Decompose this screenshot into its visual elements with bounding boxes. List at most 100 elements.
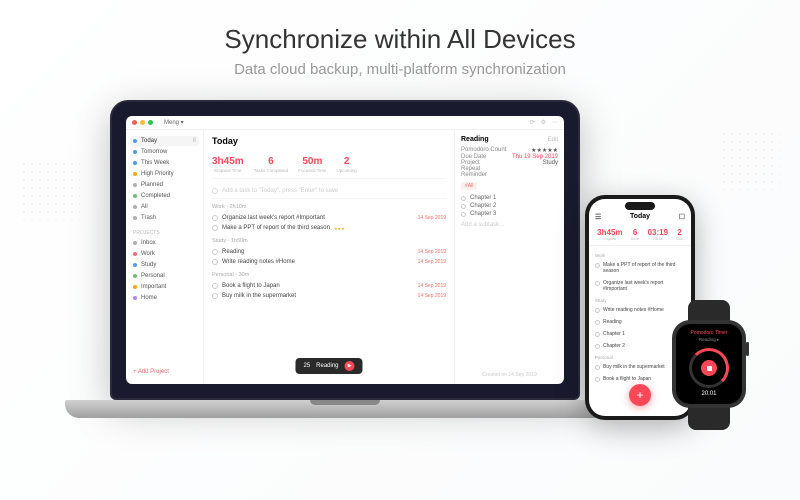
checkbox-icon[interactable] <box>595 281 600 286</box>
timer-label: Reading <box>316 363 338 369</box>
detail-panel: Reading Edit Pomodoro Count★★★★★Due Date… <box>454 130 564 384</box>
detail-title: Reading <box>461 136 489 143</box>
task-row[interactable]: Make a PPT of report of the third season… <box>212 223 446 233</box>
checkbox-icon[interactable] <box>212 259 218 265</box>
titlebar: Meng ▾ ⟳ ⚙ ⋯ <box>126 116 564 130</box>
checkbox-icon[interactable] <box>595 377 600 382</box>
task-row[interactable]: Organize last week's report #Important14… <box>212 213 446 223</box>
sync-icon[interactable]: ⟳ <box>530 119 535 126</box>
menu-icon[interactable]: ☰ <box>595 213 601 221</box>
floating-timer[interactable]: 25 Reading ▶ <box>295 358 362 374</box>
device-stage: Meng ▾ ⟳ ⚙ ⋯ Today8Tomorrow This Week High… <box>0 90 800 500</box>
checkbox-icon[interactable] <box>461 196 466 201</box>
stat-block: 6Tasks Completed <box>254 156 289 173</box>
checkbox-icon[interactable] <box>461 212 466 217</box>
sidebar-item-all[interactable]: All <box>130 202 199 212</box>
sidebar-item-important[interactable]: Important <box>130 282 199 292</box>
sidebar-item-label: Completed <box>141 193 170 199</box>
add-task-input[interactable]: Add a task to "Today", press "Enter" to … <box>212 184 446 199</box>
sidebar-item-this-week[interactable]: This Week <box>130 158 199 168</box>
checkbox-icon[interactable] <box>212 215 218 221</box>
sidebar-item-today[interactable]: Today8 <box>130 136 199 146</box>
task-title: Write reading notes #Home <box>222 259 295 265</box>
stat-block: 3h45mElapsed Time <box>212 156 244 173</box>
close-icon[interactable] <box>132 120 137 125</box>
detail-row[interactable]: Reminder <box>461 172 558 178</box>
list-icon <box>133 150 137 154</box>
minimize-icon[interactable] <box>140 120 145 125</box>
sidebar-item-trash[interactable]: Trash <box>130 213 199 223</box>
sidebar-item-work[interactable]: Work <box>130 249 199 259</box>
section-header: Study · 1h50m <box>212 238 446 244</box>
task-row[interactable]: Book a flight to Japan 14 Sep 2019 <box>212 281 446 291</box>
checkbox-icon[interactable] <box>595 332 600 337</box>
task-date: 14 Sep 2019 <box>418 283 446 289</box>
sidebar-item-personal[interactable]: Personal <box>130 271 199 281</box>
checkbox-icon[interactable] <box>212 249 218 255</box>
checkbox-icon[interactable] <box>212 293 218 299</box>
subtask-row[interactable]: Chapter 1 <box>461 194 558 202</box>
stop-button[interactable] <box>701 360 717 376</box>
toolbar-icons: ⟳ ⚙ ⋯ <box>530 119 558 126</box>
checkbox-icon[interactable] <box>212 283 218 289</box>
add-project-button[interactable]: + Add Project <box>130 366 199 378</box>
phone-stat: 03:19Focus <box>648 228 668 241</box>
phone-stats: 3h45mElapsed6Done03:19Focus2Due <box>589 224 691 246</box>
subtask-row[interactable]: Chapter 3 <box>461 210 558 218</box>
checkbox-icon[interactable] <box>212 225 218 231</box>
phone-task-row[interactable]: Organize last week's report #Important <box>595 277 685 295</box>
add-task-fab[interactable]: + <box>629 384 651 406</box>
subtask-title: Chapter 3 <box>470 211 496 217</box>
checkbox-icon[interactable] <box>595 308 600 313</box>
detail-footer: Created on 14 Sep 2019 <box>461 372 558 378</box>
checkbox-icon[interactable] <box>595 365 600 370</box>
calendar-icon[interactable]: ☐ <box>679 213 685 221</box>
detail-key: Pomodoro Count <box>461 147 506 154</box>
checkbox-icon[interactable] <box>461 204 466 209</box>
task-date: 14 Sep 2019 <box>418 215 446 221</box>
stat-label: Tasks Completed <box>254 168 289 173</box>
tag-chip[interactable]: #All <box>461 182 477 190</box>
sidebar-item-inbox[interactable]: Inbox <box>130 238 199 248</box>
add-task-placeholder: Add a task to "Today", press "Enter" to … <box>222 188 338 194</box>
sidebar-item-label: Study <box>141 262 156 268</box>
user-menu[interactable]: Meng ▾ <box>164 119 184 126</box>
sidebar-item-high-priority[interactable]: High Priority <box>130 169 199 179</box>
checkbox-icon[interactable] <box>595 263 600 268</box>
play-icon[interactable]: ▶ <box>345 361 355 371</box>
laptop-screen: Meng ▾ ⟳ ⚙ ⋯ Today8Tomorrow This Week High… <box>110 100 580 400</box>
task-title: Book a flight to Japan <box>222 283 280 289</box>
task-row[interactable]: Reading14 Sep 2019 <box>212 247 446 257</box>
edit-button[interactable]: Edit <box>548 137 558 143</box>
maximize-icon[interactable] <box>148 120 153 125</box>
sidebar-item-label: Home <box>141 295 157 301</box>
sidebar-item-planned[interactable]: Planned <box>130 180 199 190</box>
stat-label: Focused Time <box>298 168 326 173</box>
sidebar-item-home[interactable]: Home <box>130 293 199 303</box>
detail-row[interactable]: Pomodoro Count★★★★★ <box>461 147 558 154</box>
stat-label: Elapsed <box>597 237 622 241</box>
task-row[interactable]: Write reading notes #Home14 Sep 2019 <box>212 257 446 267</box>
project-color-icon <box>133 285 137 289</box>
progress-ring <box>689 348 729 388</box>
add-subtask-input[interactable]: Add a subtask... <box>461 222 558 228</box>
settings-icon[interactable]: ⚙ <box>541 119 546 126</box>
list-icon <box>133 172 137 176</box>
sidebar-item-completed[interactable]: Completed <box>130 191 199 201</box>
stat-number: 2 <box>336 156 356 167</box>
subtask-row[interactable]: Chapter 2 <box>461 202 558 210</box>
checkbox-icon[interactable] <box>595 320 600 325</box>
projects-group-label: PROJECTS <box>133 230 196 236</box>
more-icon[interactable]: ⋯ <box>552 119 558 126</box>
task-row[interactable]: Buy milk in the supermarket14 Sep 2019 <box>212 291 446 301</box>
task-title: Make a PPT of report of the third season <box>222 225 330 231</box>
sidebar-item-label: Inbox <box>141 240 156 246</box>
sidebar-item-label: This Week <box>141 160 169 166</box>
sidebar-item-tomorrow[interactable]: Tomorrow <box>130 147 199 157</box>
phone-title: Today <box>630 213 650 220</box>
watch-time: 20:01 <box>701 391 716 397</box>
main-panel: Today 3h45mElapsed Time6Tasks Completed5… <box>204 130 454 384</box>
checkbox-icon[interactable] <box>595 344 600 349</box>
phone-task-row[interactable]: Make a PPT of report of the third season <box>595 259 685 277</box>
sidebar-item-study[interactable]: Study <box>130 260 199 270</box>
